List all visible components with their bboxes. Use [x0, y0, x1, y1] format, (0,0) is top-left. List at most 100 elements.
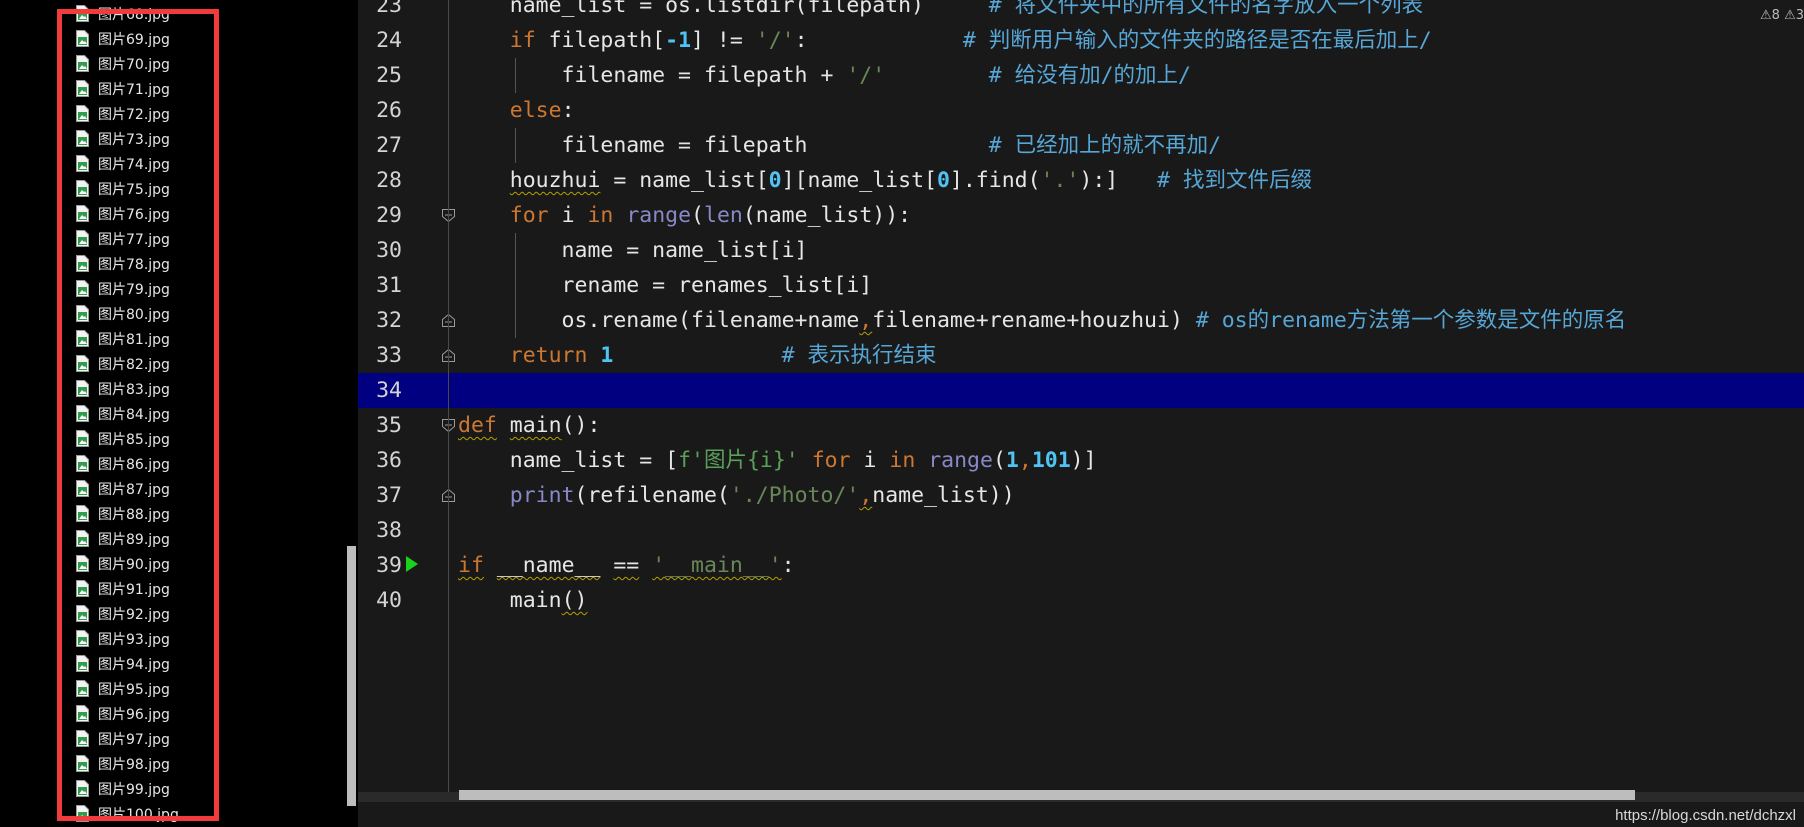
code-line[interactable]: 35 def main(): — [358, 408, 1804, 443]
image-file-icon — [76, 455, 89, 472]
code-text: if filepath[-1] != '/': # 判断用户输入的文件夹的路径是… — [458, 23, 1432, 58]
code-token: for — [509, 203, 549, 228]
code-line[interactable]: 40 main() — [358, 583, 1804, 618]
file-item[interactable]: 图片88.jpg — [76, 501, 170, 526]
image-file-icon — [76, 705, 89, 722]
file-item[interactable]: 图片83.jpg — [76, 376, 170, 401]
image-file-icon — [76, 280, 89, 297]
file-name: 图片94.jpg — [98, 656, 170, 673]
file-item[interactable]: 图片100.jpg — [76, 801, 179, 826]
code-line[interactable]: 24 if filepath[-1] != '/': # 判断用户输入的文件夹的… — [358, 23, 1804, 58]
code-line[interactable]: 27 filename = filepath # 已经加上的就不再加/ — [358, 128, 1804, 163]
file-name: 图片79.jpg — [98, 281, 170, 298]
file-name: 图片87.jpg — [98, 481, 170, 498]
code-token: in — [587, 203, 614, 228]
file-name: 图片80.jpg — [98, 306, 170, 323]
file-item[interactable]: 图片80.jpg — [76, 301, 170, 326]
line-number: 33 — [376, 343, 402, 368]
file-item[interactable]: 图片91.jpg — [76, 576, 170, 601]
code-line[interactable]: 31 rename = renames_list[i] — [358, 268, 1804, 303]
file-item[interactable]: 图片70.jpg — [76, 51, 170, 76]
file-item[interactable]: 图片73.jpg — [76, 126, 170, 151]
code-line[interactable]: 23 name_list = os.listdir(filepath) # 将文… — [358, 0, 1804, 23]
code-line[interactable]: 30 name = name_list[i] — [358, 233, 1804, 268]
file-item[interactable]: 图片89.jpg — [76, 526, 170, 551]
code-text: else: — [458, 93, 575, 128]
code-token: == — [613, 553, 640, 578]
file-name: 图片82.jpg — [98, 356, 170, 373]
code-line[interactable]: 38 — [358, 513, 1804, 548]
code-token: # 判断用户输入的文件夹的路径是否在最后加上/ — [807, 28, 1432, 53]
file-item[interactable]: 图片72.jpg — [76, 101, 170, 126]
code-token: name_list = os.listdir(filepath) — [509, 0, 924, 18]
code-token: : — [794, 28, 808, 53]
file-name: 图片68.jpg — [98, 6, 170, 23]
file-item[interactable]: 图片87.jpg — [76, 476, 170, 501]
file-name: 图片73.jpg — [98, 131, 170, 148]
file-item[interactable]: 图片75.jpg — [76, 176, 170, 201]
file-item[interactable]: 图片78.jpg — [76, 251, 170, 276]
code-token: return — [509, 343, 588, 368]
file-name: 图片89.jpg — [98, 531, 170, 548]
file-item[interactable]: 图片95.jpg — [76, 676, 170, 701]
code-token: '.' — [1040, 168, 1080, 193]
file-name: 图片98.jpg — [98, 756, 170, 773]
file-item[interactable]: 图片92.jpg — [76, 601, 170, 626]
file-item[interactable]: 图片94.jpg — [76, 651, 170, 676]
file-item[interactable]: 图片84.jpg — [76, 401, 170, 426]
file-item[interactable]: 图片76.jpg — [76, 201, 170, 226]
code-token: name = name_list[i] — [509, 238, 808, 263]
code-text: name = name_list[i] — [458, 233, 808, 268]
file-item[interactable]: 图片82.jpg — [76, 351, 170, 376]
file-panel-scrollbar-thumb[interactable] — [347, 546, 356, 806]
image-file-icon — [76, 655, 89, 672]
code-line[interactable]: 28 houzhui = name_list[0][name_list[0].f… — [358, 163, 1804, 198]
inspection-warnings-indicator[interactable]: ⚠8 ⚠3 — [1760, 8, 1804, 23]
file-item[interactable]: 图片90.jpg — [76, 551, 170, 576]
file-item[interactable]: 图片96.jpg — [76, 701, 170, 726]
code-token: ):] — [1079, 168, 1119, 193]
image-file-icon — [76, 55, 89, 72]
code-line[interactable]: 33 return 1 # 表示执行结束 — [358, 338, 1804, 373]
file-name: 图片88.jpg — [98, 506, 170, 523]
image-file-icon — [76, 530, 89, 547]
file-item[interactable]: 图片86.jpg — [76, 451, 170, 476]
code-line[interactable]: 37 print(refilename('./Photo/',name_list… — [358, 478, 1804, 513]
file-item[interactable]: 图片97.jpg — [76, 726, 170, 751]
code-token: range — [626, 203, 692, 228]
file-item[interactable]: 图片98.jpg — [76, 751, 170, 776]
code-line[interactable]: 26 else: — [358, 93, 1804, 128]
file-name: 图片95.jpg — [98, 681, 170, 698]
code-token: ].find( — [949, 168, 1041, 193]
code-text: houzhui = name_list[0][name_list[0].find… — [458, 163, 1312, 198]
code-token: os.rename(filename+name — [509, 308, 860, 333]
code-token: ( — [691, 203, 704, 228]
file-item[interactable]: 图片71.jpg — [76, 76, 170, 101]
file-item[interactable]: 图片81.jpg — [76, 326, 170, 351]
file-item[interactable]: 图片85.jpg — [76, 426, 170, 451]
code-line[interactable]: 36 name_list = [f'图片{i}' for i in range(… — [358, 443, 1804, 478]
code-editor[interactable]: 23 name_list = os.listdir(filepath) # 将文… — [358, 0, 1804, 827]
file-item[interactable]: 图片68.jpg — [76, 1, 170, 26]
code-text: print(refilename('./Photo/',name_list)) — [458, 478, 1015, 513]
line-number: 25 — [376, 63, 402, 88]
file-name: 图片81.jpg — [98, 331, 170, 348]
file-item[interactable]: 图片79.jpg — [76, 276, 170, 301]
run-gutter-icon[interactable] — [406, 556, 418, 572]
file-item[interactable]: 图片99.jpg — [76, 776, 170, 801]
code-line[interactable]: 39 if __name__ == '__main__': — [358, 548, 1804, 583]
line-number: 36 — [376, 448, 402, 473]
code-line[interactable]: 32 os.rename(filename+name,filename+rena… — [358, 303, 1804, 338]
code-token: main — [458, 588, 562, 613]
code-line[interactable]: 29 for i in range(len(name_list)): — [358, 198, 1804, 233]
editor-horizontal-scrollbar-thumb[interactable] — [459, 790, 1635, 800]
file-item[interactable]: 图片77.jpg — [76, 226, 170, 251]
file-item[interactable]: 图片74.jpg — [76, 151, 170, 176]
file-item[interactable]: 图片93.jpg — [76, 626, 170, 651]
file-item[interactable]: 图片69.jpg — [76, 26, 170, 51]
code-token: i — [548, 203, 588, 228]
code-line[interactable]: 25 filename = filepath + '/' # 给没有加/的加上/ — [358, 58, 1804, 93]
line-number: 38 — [376, 518, 402, 543]
code-text: return 1 # 表示执行结束 — [458, 338, 937, 373]
current-code-line[interactable]: 34 — [358, 373, 1804, 408]
